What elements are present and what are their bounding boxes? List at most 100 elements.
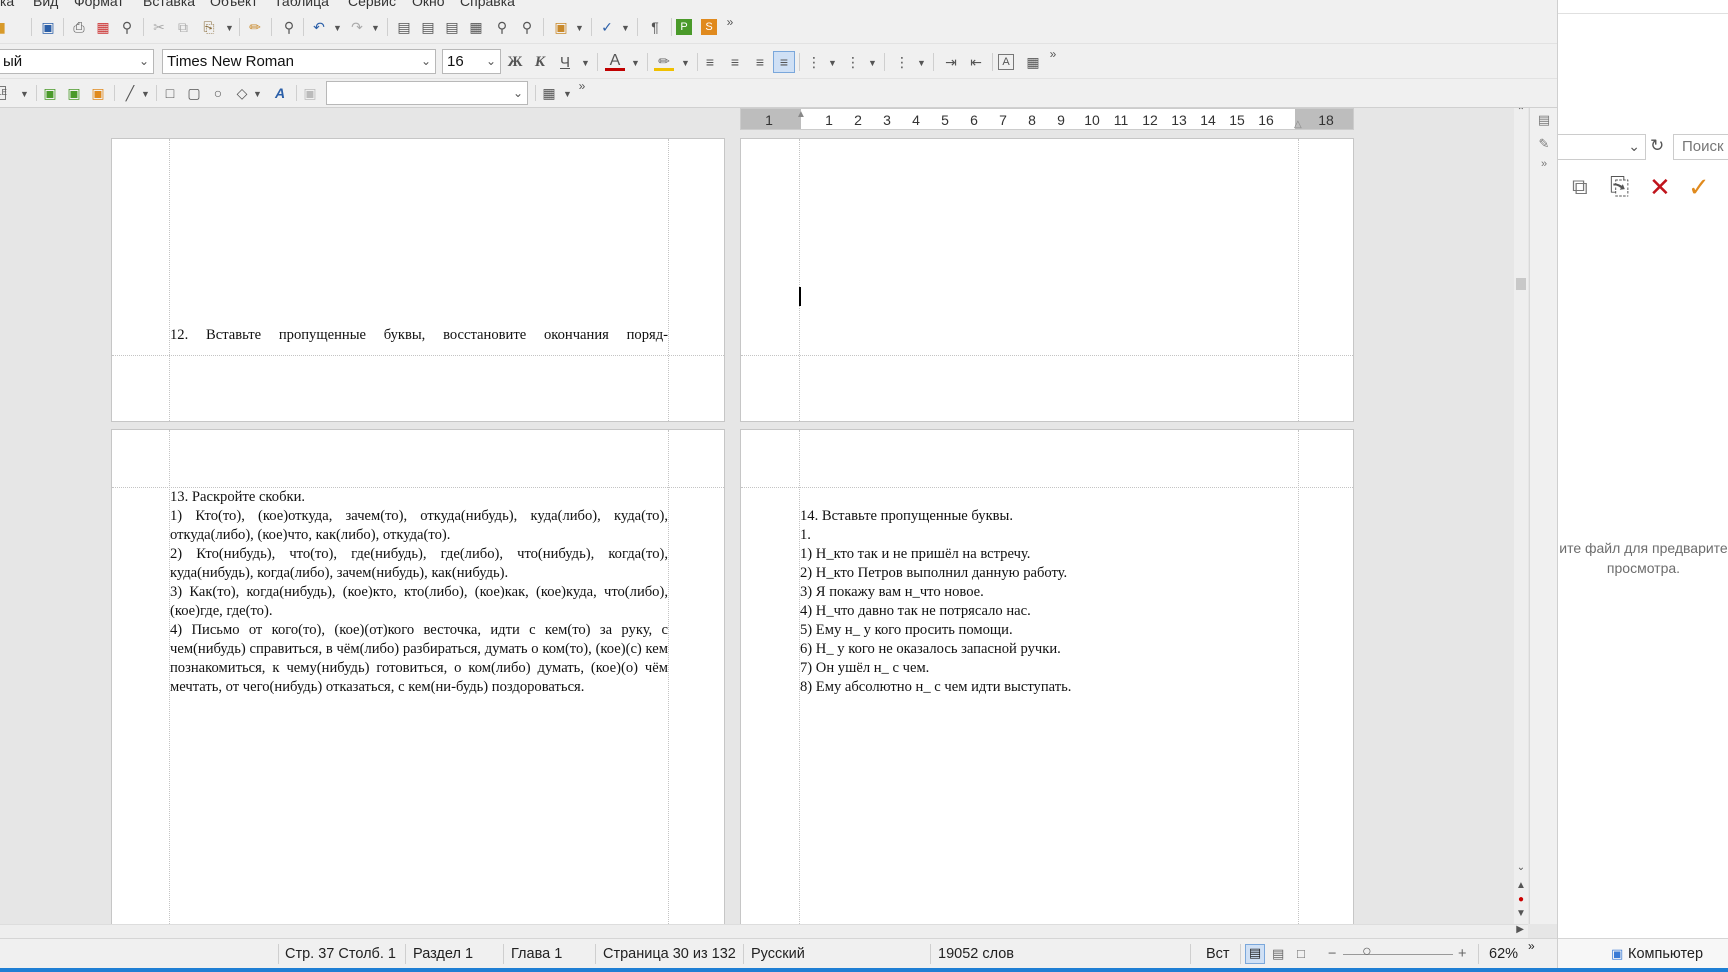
multi-page-view-icon[interactable]: ▤: [1272, 946, 1284, 962]
frame-icon[interactable]: ▣: [300, 83, 320, 103]
toolbar-overflow-icon[interactable]: »: [1043, 44, 1063, 64]
underline-dropdown-icon[interactable]: ▼: [581, 58, 590, 68]
save-icon[interactable]: ▣: [38, 17, 58, 37]
menu-item-view[interactable]: Вид: [33, 0, 58, 9]
menu-item-format[interactable]: Формат: [74, 0, 124, 9]
chevron-down-icon[interactable]: ⌄: [513, 82, 523, 104]
statusbar-overflow-icon[interactable]: »: [1528, 939, 1535, 953]
status-section[interactable]: Раздел 1: [413, 946, 473, 962]
status-page-column[interactable]: Стр. 37 Столб. 1: [285, 946, 396, 962]
print-preview-icon[interactable]: ⚲: [117, 17, 137, 37]
sidebar-properties-icon[interactable]: ▤: [1534, 112, 1554, 128]
sidebar-more-icon[interactable]: »: [1534, 158, 1554, 170]
numbered-list-dropdown-icon[interactable]: ▼: [868, 58, 877, 68]
navigation-dot-icon[interactable]: ●: [1514, 894, 1528, 905]
align-center-icon[interactable]: ≡: [725, 52, 745, 72]
extension-p-icon[interactable]: P: [676, 19, 692, 35]
status-zoom-level[interactable]: 62%: [1489, 946, 1518, 962]
chevron-down-icon[interactable]: ⌄: [421, 50, 431, 73]
font-color-dropdown-icon[interactable]: ▼: [631, 58, 640, 68]
scrollbar-thumb[interactable]: [1516, 278, 1526, 290]
zoom-slider-track[interactable]: [1343, 954, 1453, 955]
zoom-in-icon[interactable]: +: [1458, 946, 1466, 962]
menu-item-insert[interactable]: Вставка: [143, 0, 195, 9]
redo-dropdown-icon[interactable]: ▼: [371, 23, 380, 33]
page[interactable]: [740, 138, 1354, 422]
zoom-slider-handle-icon[interactable]: ○: [1362, 943, 1372, 961]
search-input[interactable]: Поиск: [1673, 134, 1728, 160]
print-icon[interactable]: ⎙: [69, 17, 89, 37]
open-folder-icon[interactable]: ▮: [0, 17, 12, 37]
single-page-view-icon[interactable]: ▤: [1245, 944, 1265, 964]
insert-footer-icon[interactable]: ▤: [442, 17, 462, 37]
line-tool-dropdown-icon[interactable]: ▼: [141, 89, 150, 99]
cut-icon[interactable]: ✂: [149, 17, 169, 37]
scroll-up-icon[interactable]: ⌃: [1514, 108, 1528, 117]
bullet-list-icon[interactable]: ⋮: [804, 52, 824, 72]
underline-button[interactable]: Ч: [555, 52, 575, 72]
rounded-rectangle-tool-icon[interactable]: ▢: [184, 83, 204, 103]
chevron-down-icon[interactable]: ⌄: [486, 50, 496, 73]
spellcheck-icon[interactable]: ✓: [597, 17, 617, 37]
insert-columns-icon[interactable]: ▦: [466, 17, 486, 37]
paste-icon[interactable]: ⎘: [1610, 172, 1629, 202]
font-color-button[interactable]: A: [605, 52, 625, 71]
horizontal-scrollbar[interactable]: ▶: [0, 924, 1528, 938]
vertical-scrollbar[interactable]: ⌃ ⌄ ▲ ● ▼: [1514, 108, 1528, 924]
next-page-icon[interactable]: ▼: [1514, 908, 1528, 919]
highlight-color-icon[interactable]: ✏: [654, 53, 674, 71]
find-replace-icon[interactable]: ⚲: [279, 17, 299, 37]
menu-item-edit[interactable]: ка: [0, 0, 14, 9]
paste-icon[interactable]: ⎘: [199, 17, 219, 37]
insert-field-icon[interactable]: ▤: [394, 17, 414, 37]
page[interactable]: 12. Вставьте пропущенные буквы, восстано…: [111, 138, 725, 422]
copy-icon[interactable]: ⧉: [173, 17, 193, 37]
location-label[interactable]: Компьютер: [1628, 946, 1703, 962]
copy-icon[interactable]: ⧉: [1572, 172, 1588, 202]
extension-s-icon[interactable]: S: [701, 19, 717, 35]
text-body[interactable]: 14. Вставьте пропущенные буквы. 1. 1) Н_…: [800, 507, 1298, 697]
clone-formatting-icon[interactable]: ✏: [245, 17, 265, 37]
refresh-icon[interactable]: ↻: [1650, 136, 1664, 156]
line-tool-icon[interactable]: ╱: [120, 83, 140, 103]
character-format-icon[interactable]: A: [998, 54, 1014, 70]
insert-chart-icon[interactable]: ▣: [64, 83, 84, 103]
toolbar-overflow-icon[interactable]: »: [572, 76, 592, 96]
frame-style-combo[interactable]: ⌄: [326, 81, 528, 105]
text-body[interactable]: 13. Раскройте скобки. 1) Кто(то), (кое)о…: [170, 488, 668, 697]
status-word-count[interactable]: 19052 слов: [938, 946, 1014, 962]
outline-list-dropdown-icon[interactable]: ▼: [917, 58, 926, 68]
paste-dropdown-icon[interactable]: ▼: [225, 23, 234, 33]
delete-icon[interactable]: ✕: [1649, 172, 1671, 202]
italic-button[interactable]: К: [530, 52, 550, 72]
page[interactable]: 13. Раскройте скобки. 1) Кто(то), (кое)о…: [111, 429, 725, 924]
insert-text-box-icon[interactable]: ▣: [40, 83, 60, 103]
status-insert-mode[interactable]: Вст: [1206, 946, 1230, 962]
outline-list-icon[interactable]: ⋮: [892, 52, 912, 72]
insert-fontwork-icon[interactable]: ▣: [88, 83, 108, 103]
redo-icon[interactable]: ↷: [347, 17, 367, 37]
horizontal-ruler[interactable]: 1 1 2 3 4 5 6 7 8 9 10 11 12 13 14 15 16…: [740, 108, 1354, 130]
navigator-icon[interactable]: ⚲: [492, 17, 512, 37]
basic-shapes-dropdown-icon[interactable]: ▼: [253, 89, 262, 99]
ellipse-tool-icon[interactable]: ○: [208, 83, 228, 103]
align-justify-icon[interactable]: ≡: [773, 51, 795, 73]
insert-image-icon[interactable]: ▣: [551, 17, 571, 37]
indent-marker-icon[interactable]: ▲: [796, 109, 806, 131]
status-language[interactable]: Русский: [751, 946, 805, 962]
paragraph[interactable]: 12. Вставьте пропущенные буквы, восстано…: [170, 326, 668, 345]
status-chapter[interactable]: Глава 1: [511, 946, 562, 962]
page[interactable]: 14. Вставьте пропущенные буквы. 1. 1) Н_…: [740, 429, 1354, 924]
paragraph-style-combo[interactable]: ый ⌄: [0, 49, 154, 74]
decrease-indent-icon[interactable]: ⇤: [966, 52, 986, 72]
status-page-count[interactable]: Страница 30 из 132: [603, 946, 736, 962]
align-left-icon[interactable]: ≡: [700, 52, 720, 72]
increase-indent-icon[interactable]: ⇥: [941, 52, 961, 72]
toolbar-overflow-icon[interactable]: »: [720, 12, 740, 32]
previous-page-icon[interactable]: ▲: [1514, 880, 1528, 891]
fontwork-icon[interactable]: A: [270, 83, 290, 103]
font-size-combo[interactable]: 16 ⌄: [442, 49, 501, 74]
spellcheck-dropdown-icon[interactable]: ▼: [621, 23, 630, 33]
menu-item-table[interactable]: Таблица: [274, 0, 329, 9]
insert-image-dropdown-icon[interactable]: ▼: [575, 23, 584, 33]
